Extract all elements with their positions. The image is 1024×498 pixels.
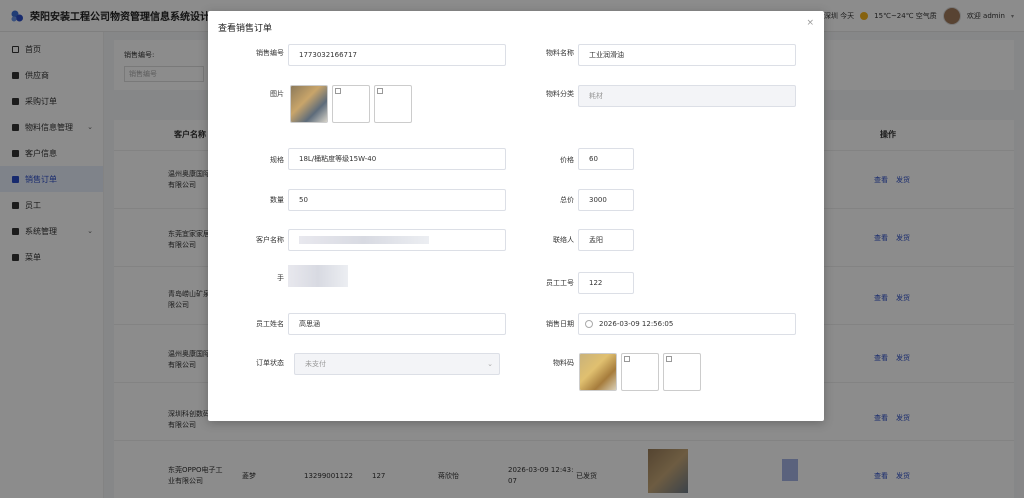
staff-no-field[interactable]: 122 (578, 272, 634, 294)
contact-field[interactable]: 孟阳 (578, 229, 634, 251)
dialog-title: 查看销售订单 (218, 24, 273, 34)
material-photo[interactable] (290, 85, 328, 123)
staff-no-label: 员工工号 (546, 279, 574, 287)
material-code-placeholder[interactable] (621, 353, 659, 391)
sale-no-field[interactable]: 1773032166717 (288, 44, 506, 66)
material-code-placeholder[interactable] (663, 353, 701, 391)
material-name-label: 物料名称 (546, 49, 574, 57)
redacted-phone-field (288, 265, 348, 287)
customer-name-field[interactable] (288, 229, 506, 251)
material-photo-placeholder[interactable] (374, 85, 412, 123)
order-status-value: 未支付 (305, 360, 326, 368)
material-code-photo[interactable] (579, 353, 617, 391)
close-icon[interactable]: × (806, 18, 814, 28)
material-code-label: 物料码 (553, 359, 574, 367)
spec-label: 规格 (270, 156, 284, 164)
broken-image-icon (666, 356, 672, 362)
staff-name-field[interactable]: 高思涵 (288, 313, 506, 335)
category-field[interactable]: 耗材 (578, 85, 796, 107)
total-field[interactable]: 3000 (578, 189, 634, 211)
broken-image-icon (377, 88, 383, 94)
price-field[interactable]: 60 (578, 148, 634, 170)
broken-image-icon (624, 356, 630, 362)
chevron-down-icon: ⌄ (487, 360, 493, 368)
view-sales-order-dialog: 查看销售订单 × 销售编号 1773032166717 物料名称 工业润滑油 图… (208, 11, 824, 421)
image-label: 图片 (270, 90, 284, 98)
contact-label: 联络人 (553, 236, 574, 244)
sale-date-label: 销售日期 (546, 320, 574, 328)
quantity-field[interactable]: 50 (288, 189, 506, 211)
order-status-label: 订单状态 (256, 359, 284, 367)
phone-label: 手 (277, 274, 284, 282)
order-status-select[interactable]: 未支付 ⌄ (294, 353, 500, 375)
customer-name-label: 客户名称 (256, 236, 284, 244)
material-photo-placeholder[interactable] (332, 85, 370, 123)
category-label: 物料分类 (546, 90, 574, 98)
redacted-text (299, 236, 429, 244)
spec-field[interactable]: 18L/桶粘度等级15W-40 (288, 148, 506, 170)
clock-icon (585, 320, 593, 328)
price-label: 价格 (560, 156, 574, 164)
total-label: 总价 (560, 196, 574, 204)
sale-date-field[interactable]: 2026-03-09 12:56:05 (578, 313, 796, 335)
material-name-field[interactable]: 工业润滑油 (578, 44, 796, 66)
sale-no-label: 销售编号 (256, 49, 284, 57)
sale-date-value: 2026-03-09 12:56:05 (599, 320, 674, 328)
staff-name-label: 员工姓名 (256, 320, 284, 328)
quantity-label: 数量 (270, 196, 284, 204)
broken-image-icon (335, 88, 341, 94)
